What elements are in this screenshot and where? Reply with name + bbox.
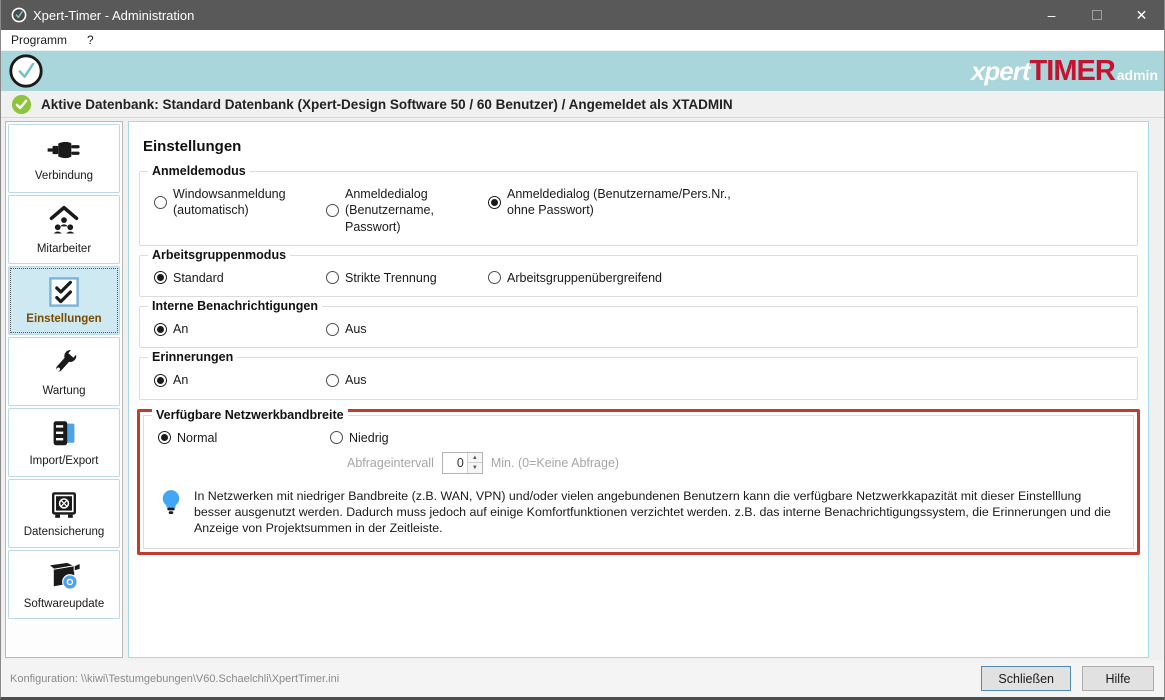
radio-benachrichtigungen-aus[interactable]: Aus (326, 321, 488, 337)
sidebar: Verbindung Mitarbeiter Ei (5, 121, 123, 658)
radio-icon[interactable] (326, 323, 339, 336)
brand-header: xpertTIMERadmin (1, 51, 1164, 91)
radio-icon[interactable] (154, 196, 167, 209)
config-path-text: Konfiguration: \\kiwi\Testumgebungen\V60… (10, 673, 339, 685)
sidebar-item-wartung[interactable]: Wartung (8, 337, 120, 406)
sidebar-item-label: Verbindung (35, 170, 93, 182)
radio-arbeitsgruppenuebergreifend[interactable]: Arbeitsgruppenübergreifend (488, 270, 662, 286)
database-status-text: Aktive Datenbank: Standard Datenbank (Xp… (41, 97, 733, 112)
logo-admin: admin (1117, 68, 1158, 82)
radio-icon[interactable] (330, 431, 343, 444)
sidebar-item-import-export[interactable]: Import/Export (8, 408, 120, 477)
sidebar-item-softwareupdate[interactable]: Softwareupdate (8, 550, 120, 619)
radio-icon[interactable] (326, 204, 339, 217)
sidebar-item-label: Softwareupdate (24, 598, 105, 610)
abfrageintervall-label: Abfrageintervall (347, 456, 434, 470)
sidebar-item-label: Einstellungen (26, 313, 101, 325)
spinner-down-icon[interactable]: ▼ (468, 463, 482, 473)
radio-strikte-trennung[interactable]: Strikte Trennung (326, 270, 488, 286)
sidebar-item-mitarbeiter[interactable]: Mitarbeiter (8, 195, 120, 264)
close-dialog-button[interactable]: Schließen (981, 666, 1071, 691)
radio-anmeldedialog-passwort[interactable]: Anmeldedialog (Benutzername, Passwort) (326, 186, 488, 235)
radio-windowsanmeldung[interactable]: Windowsanmeldung (automatisch) (154, 186, 326, 219)
import-export-icon (48, 418, 80, 450)
sidebar-item-datensicherung[interactable]: Datensicherung (8, 479, 120, 548)
group-label: Interne Benachrichtigungen (148, 299, 322, 313)
minimize-icon: – (1048, 7, 1056, 23)
radio-icon[interactable] (488, 271, 501, 284)
sidebar-item-verbindung[interactable]: Verbindung (8, 124, 120, 193)
menu-help[interactable]: ? (77, 30, 104, 50)
sidebar-item-label: Datensicherung (24, 526, 105, 538)
help-button[interactable]: Hilfe (1082, 666, 1154, 691)
group-anmeldemodus: Anmeldemodus Windowsanmeldung (automatis… (139, 171, 1138, 246)
page-title: Einstellungen (143, 138, 1140, 155)
wrench-icon (47, 346, 81, 380)
menu-bar: Programm ? (1, 30, 1164, 51)
software-update-icon (47, 559, 81, 593)
group-label: Verfügbare Netzwerkbandbreite (152, 408, 348, 422)
maximize-button[interactable] (1074, 0, 1119, 30)
logo-timer: TIMER (1030, 57, 1115, 86)
logo-xpert: xpert (971, 58, 1030, 84)
maximize-icon (1092, 10, 1102, 20)
bandwidth-note-text: In Netzwerken mit niedriger Bandbreite (… (194, 488, 1121, 536)
group-arbeitsgruppenmodus: Arbeitsgruppenmodus Standard Strikte Tre… (139, 255, 1138, 297)
footer-bar: Konfiguration: \\kiwi\Testumgebungen\V60… (1, 660, 1164, 697)
group-interne-benachrichtigungen: Interne Benachrichtigungen An Aus (139, 306, 1138, 348)
window-title: Xpert-Timer - Administration (33, 8, 194, 23)
radio-icon[interactable] (326, 374, 339, 387)
close-icon: ✕ (1136, 7, 1148, 24)
sidebar-item-label: Wartung (42, 385, 85, 397)
team-house-icon (46, 204, 82, 238)
menu-programm[interactable]: Programm (1, 30, 77, 50)
radio-erinnerungen-aus[interactable]: Aus (326, 372, 488, 388)
minimize-button[interactable]: – (1029, 0, 1074, 30)
radio-icon-selected[interactable] (158, 431, 171, 444)
group-label: Anmeldemodus (148, 164, 250, 178)
group-label: Arbeitsgruppenmodus (148, 248, 290, 262)
title-bar: Xpert-Timer - Administration – ✕ (1, 0, 1164, 30)
app-window: Xpert-Timer - Administration – ✕ Program… (0, 0, 1165, 700)
radio-standard[interactable]: Standard (154, 270, 326, 286)
brand-clock-icon (7, 52, 45, 90)
highlight-border: Verfügbare Netzwerkbandbreite Normal Nie… (137, 409, 1140, 556)
abfrageintervall-suffix: Min. (0=Keine Abfrage) (491, 456, 619, 470)
checklist-icon (48, 276, 80, 308)
group-erinnerungen: Erinnerungen An Aus (139, 357, 1138, 399)
radio-anmeldedialog-ohne-passwort[interactable]: Anmeldedialog (Benutzername/Pers.Nr., oh… (488, 186, 731, 219)
radio-benachrichtigungen-an[interactable]: An (154, 321, 326, 337)
radio-normal[interactable]: Normal (158, 430, 330, 446)
group-netzwerkbandbreite: Verfügbare Netzwerkbandbreite Normal Nie… (143, 415, 1134, 550)
brand-logo: xpertTIMERadmin (971, 57, 1158, 86)
settings-panel: Einstellungen Anmeldemodus Windowsanmeld… (128, 121, 1149, 658)
radio-erinnerungen-an[interactable]: An (154, 372, 326, 388)
spinner-up-icon[interactable]: ▲ (468, 453, 482, 464)
safe-icon (48, 489, 80, 521)
abfrageintervall-spinner[interactable]: 0 ▲ ▼ (442, 452, 483, 474)
close-button[interactable]: ✕ (1119, 0, 1164, 30)
lightbulb-icon (160, 488, 182, 518)
abfrageintervall-row: Abfrageintervall 0 ▲ ▼ Min. (0=Keine Abf… (347, 452, 1123, 474)
success-check-icon (11, 94, 32, 115)
sidebar-item-einstellungen[interactable]: Einstellungen (8, 266, 120, 335)
radio-icon-selected[interactable] (154, 323, 167, 336)
sidebar-item-label: Import/Export (29, 455, 98, 467)
database-status-bar: Aktive Datenbank: Standard Datenbank (Xp… (1, 91, 1164, 118)
abfrageintervall-value[interactable]: 0 (443, 453, 467, 473)
radio-icon-selected[interactable] (154, 374, 167, 387)
radio-icon[interactable] (326, 271, 339, 284)
bandwidth-note: In Netzwerken mit niedriger Bandbreite (… (160, 488, 1121, 536)
radio-icon-selected[interactable] (154, 271, 167, 284)
sidebar-item-label: Mitarbeiter (37, 243, 91, 255)
radio-icon-selected[interactable] (488, 196, 501, 209)
radio-niedrig[interactable]: Niedrig (330, 430, 492, 446)
app-clock-icon (11, 7, 27, 23)
plug-icon (46, 135, 82, 165)
group-label: Erinnerungen (148, 350, 237, 364)
